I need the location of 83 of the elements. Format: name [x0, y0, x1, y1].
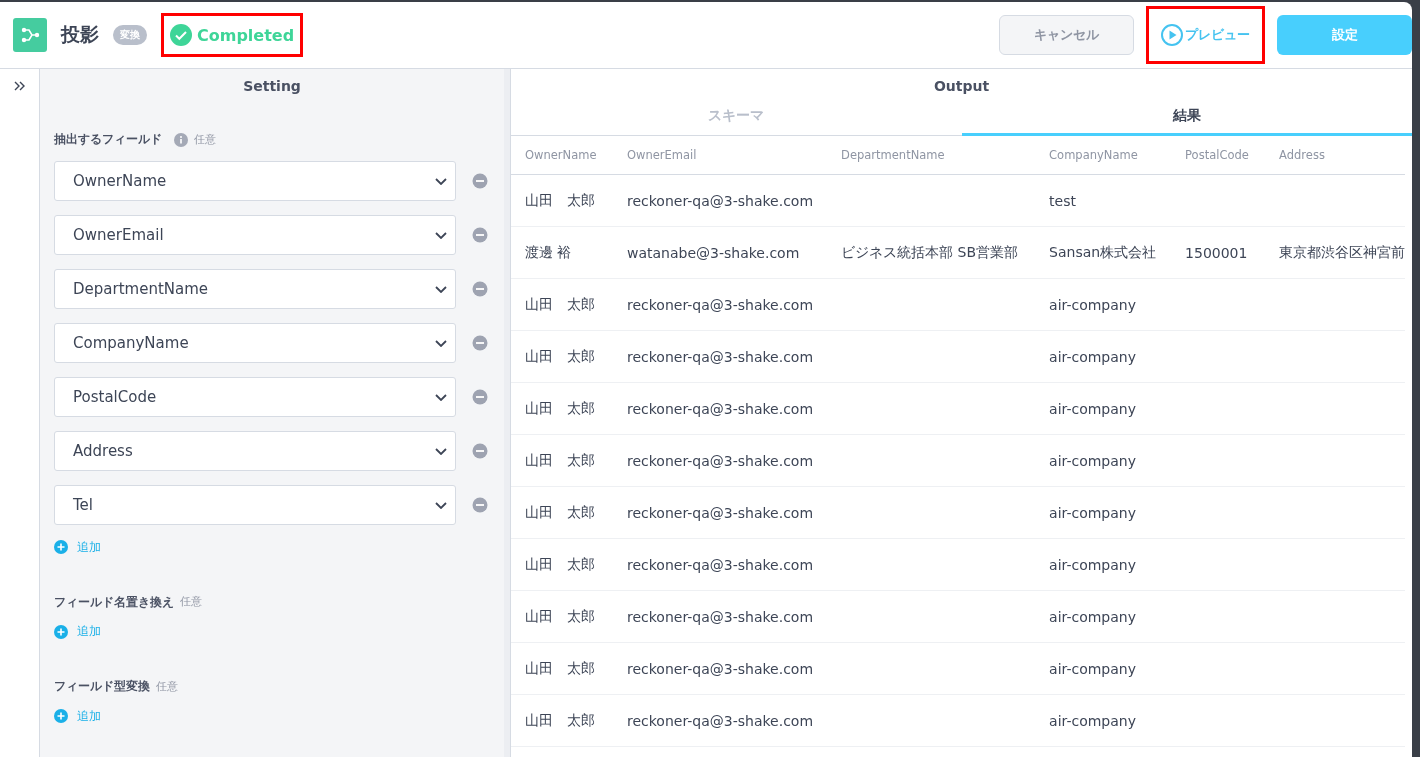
field-select[interactable]: DepartmentName [54, 269, 456, 309]
table-cell: 山田 太郎 [525, 607, 595, 624]
chevron-down-icon [435, 393, 447, 401]
table-cell: reckoner-qa@3-shake.com [627, 504, 814, 521]
table-cell: 山田 太郎 [525, 295, 595, 312]
column-header: CompanyName [1035, 136, 1172, 175]
plus-icon [54, 540, 68, 554]
remove-icon[interactable] [472, 227, 488, 243]
table-cell: test [1049, 192, 1076, 209]
table-cell: 山田 太郎 [525, 711, 595, 728]
chevron-down-icon [435, 501, 447, 509]
field-select[interactable]: OwnerEmail [54, 215, 456, 255]
field-select[interactable]: CompanyName [54, 323, 456, 363]
table-cell: reckoner-qa@3-shake.com [627, 608, 814, 625]
remove-icon[interactable] [472, 389, 488, 405]
table-cell: reckoner-qa@3-shake.com [627, 712, 814, 729]
column-header: Address [1265, 136, 1406, 175]
table-cell: air-company [1049, 608, 1136, 625]
table-cell: 渡邊 裕 [525, 243, 572, 260]
column-header: DepartmentName [827, 136, 1036, 175]
info-icon[interactable] [174, 132, 188, 147]
chevron-down-icon [435, 447, 447, 455]
optional-label: 任意 [156, 679, 178, 694]
table-cell: watanabe@3-shake.com [627, 244, 800, 261]
table-cell: 山田 太郎 [525, 555, 595, 572]
table-cell: air-company [1049, 296, 1136, 313]
plus-icon [54, 624, 68, 639]
column-header: PostalCode [1171, 136, 1266, 175]
play-icon [1161, 24, 1183, 46]
section-label: フィールド型変換 [54, 679, 150, 694]
expand-icon[interactable] [13, 81, 26, 91]
chevron-down-icon [435, 339, 447, 347]
field-select[interactable]: PostalCode [54, 377, 456, 417]
type-tag: 変換 [113, 25, 147, 45]
column-header: OwnerEmail [613, 136, 828, 175]
table-cell: air-company [1049, 556, 1136, 573]
table-cell: 山田 太郎 [525, 191, 595, 208]
table-cell: Sansan株式会社 [1049, 243, 1157, 260]
section-label: 抽出するフィールド [54, 132, 162, 147]
remove-icon[interactable] [472, 443, 488, 459]
output-tab[interactable]: 結果 [961, 102, 1412, 136]
table-cell: 山田 太郎 [525, 659, 595, 676]
table-cell: reckoner-qa@3-shake.com [627, 348, 814, 365]
table-cell: air-company [1049, 712, 1136, 729]
table-cell: reckoner-qa@3-shake.com [627, 556, 814, 573]
panel-title: Setting [242, 77, 302, 96]
table-cell: reckoner-qa@3-shake.com [627, 400, 814, 417]
remove-icon[interactable] [472, 497, 488, 513]
table-cell: reckoner-qa@3-shake.com [627, 296, 814, 313]
table-cell: air-company [1049, 452, 1136, 469]
field-select[interactable]: OwnerName [54, 161, 456, 201]
table-cell: ビジネス統括本部 SB営業部 [841, 243, 1019, 260]
table-cell: reckoner-qa@3-shake.com [627, 452, 814, 469]
section-label: フィールド名置き換え [54, 594, 174, 610]
chevron-down-icon [435, 231, 447, 239]
table-cell: air-company [1049, 400, 1136, 417]
check-circle-icon [170, 24, 192, 46]
field-select[interactable]: Tel [54, 485, 456, 525]
column-header: OwnerName [511, 136, 613, 175]
table-cell: 1500001 [1185, 244, 1248, 261]
optional-label: 任意 [194, 132, 216, 147]
table-cell: 山田 太郎 [525, 503, 595, 520]
table-cell: 山田 太郎 [525, 347, 595, 364]
node-logo-icon [13, 18, 47, 52]
table-cell: reckoner-qa@3-shake.com [627, 660, 814, 677]
table-cell: air-company [1049, 348, 1136, 365]
optional-label: 任意 [180, 595, 202, 609]
chevron-down-icon [435, 177, 447, 185]
node-title: 投影 [61, 22, 99, 47]
plus-icon [54, 709, 68, 723]
status-label: Completed [170, 24, 295, 46]
remove-icon[interactable] [472, 281, 488, 297]
table-cell: 山田 太郎 [525, 451, 595, 468]
table-cell: reckoner-qa@3-shake.com [627, 192, 814, 209]
panel-title: Output [932, 77, 991, 96]
chevron-down-icon [435, 285, 447, 293]
remove-icon[interactable] [472, 335, 488, 351]
table-cell: air-company [1049, 504, 1136, 521]
table-cell: 山田 太郎 [525, 399, 595, 416]
table-cell: air-company [1049, 660, 1136, 677]
remove-icon[interactable] [472, 173, 488, 189]
field-select[interactable]: Address [54, 431, 456, 471]
table-cell: 東京都渋谷区神宮前 [1279, 243, 1406, 260]
